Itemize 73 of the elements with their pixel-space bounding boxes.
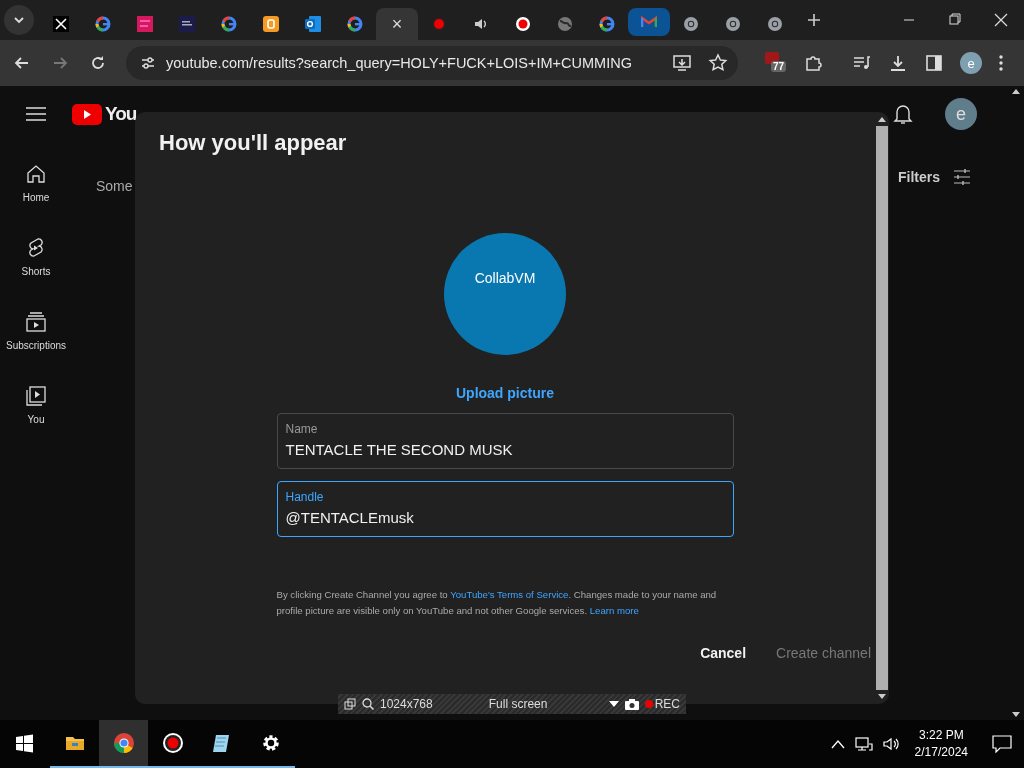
scroll-up-icon[interactable]: [878, 116, 886, 122]
filters-button[interactable]: Filters: [898, 168, 972, 186]
record-dot-icon: [431, 16, 447, 32]
google-icon: [347, 16, 363, 32]
zoom-icon[interactable]: [362, 698, 374, 710]
camera-icon[interactable]: [624, 698, 639, 710]
logo-text[interactable]: You: [105, 103, 137, 125]
site-favicon-icon: [137, 16, 153, 32]
clock[interactable]: 3:22 PM 2/17/2024: [914, 727, 968, 761]
install-app-icon[interactable]: [672, 53, 692, 73]
record-icon: [515, 16, 531, 32]
sidebar-item[interactable]: Home: [0, 162, 72, 236]
site-settings-icon[interactable]: [140, 55, 156, 71]
dialog-button[interactable]: Cancel: [700, 639, 747, 667]
library-icon: [24, 384, 48, 408]
chevron-up-icon[interactable]: [830, 739, 845, 749]
menu-icon[interactable]: [26, 106, 46, 122]
speaker-icon: [473, 16, 489, 32]
text-field[interactable]: Handle @TENTACLEmusk: [276, 481, 734, 537]
text-field[interactable]: Name TENTACLE THE SECOND MUSK: [276, 413, 734, 469]
dialog-title: How you'll appear: [159, 130, 347, 156]
gmail-icon: [641, 14, 657, 30]
puzzle-icon[interactable]: [804, 53, 824, 73]
chrome-icon: [767, 16, 783, 32]
tab-search-icon[interactable]: [4, 5, 34, 35]
google-icon: [221, 16, 237, 32]
record-icon: [161, 732, 184, 754]
taskbar-button[interactable]: [99, 720, 148, 768]
browser-tab[interactable]: ×: [376, 8, 418, 40]
blogger-icon: [263, 16, 279, 32]
extension-badge: 77: [771, 61, 787, 72]
x-logo-icon: [53, 16, 69, 32]
new-tab-icon[interactable]: [806, 12, 822, 28]
window-icon[interactable]: [344, 698, 356, 710]
bookmark-star-icon[interactable]: [708, 53, 728, 73]
network-icon[interactable]: [854, 736, 873, 752]
scrollbar-thumb[interactable]: [876, 126, 888, 690]
sidebar-item[interactable]: Subscriptions: [0, 310, 72, 384]
resolution-text: 1024x768: [380, 697, 433, 711]
address-bar[interactable]: youtube.com/results?search_query=HOLY+FUCK+LOIS+IM+CUMMING: [126, 46, 738, 80]
results-text: Some: [96, 178, 133, 194]
subscriptions-icon: [24, 310, 48, 334]
dropdown-caret-icon[interactable]: [608, 701, 619, 707]
avatar-text: CollabVM: [474, 270, 536, 288]
capture-mode[interactable]: Full screen: [488, 697, 548, 711]
upload-picture-link[interactable]: Upload picture: [456, 385, 554, 401]
legal-text: By clicking Create Channel you agree to YouTube's Terms of Service. Changes made to your name and profile picture are visible only on YouTube and not other Google services. Learn more: [276, 588, 718, 618]
menu-icon[interactable]: [998, 53, 1004, 73]
scroll-up-icon[interactable]: [1012, 88, 1020, 94]
globe-icon: [557, 16, 573, 32]
close-icon[interactable]: ×: [391, 16, 403, 32]
volume-icon[interactable]: [882, 736, 901, 752]
bell-icon[interactable]: [893, 103, 913, 125]
record-button[interactable]: REC: [644, 697, 680, 711]
chrome-icon: [112, 732, 135, 754]
chrome-icon: [683, 16, 699, 32]
sidebar-item[interactable]: Shorts: [0, 236, 72, 310]
scroll-down-icon[interactable]: [1012, 712, 1020, 718]
chrome-icon: [725, 16, 741, 32]
side-panel-icon[interactable]: [924, 53, 944, 73]
google-icon: [95, 16, 111, 32]
play-logo-icon[interactable]: [72, 103, 102, 125]
notification-icon[interactable]: [992, 735, 1012, 753]
learn-more-link[interactable]: Learn more: [589, 605, 639, 616]
scroll-down-icon[interactable]: [878, 694, 886, 700]
record-dot-icon: [644, 700, 653, 708]
sidebar-item[interactable]: You: [0, 384, 72, 458]
url-text: youtube.com/results?search_query=HOLY+FUCK+LOIS+IM+CUMMING: [166, 55, 633, 71]
google-icon: [599, 16, 615, 32]
outlook-icon: [305, 16, 321, 32]
filter-sliders-icon: [952, 168, 972, 186]
site-favicon-icon: [179, 16, 195, 32]
download-icon[interactable]: [888, 53, 908, 73]
